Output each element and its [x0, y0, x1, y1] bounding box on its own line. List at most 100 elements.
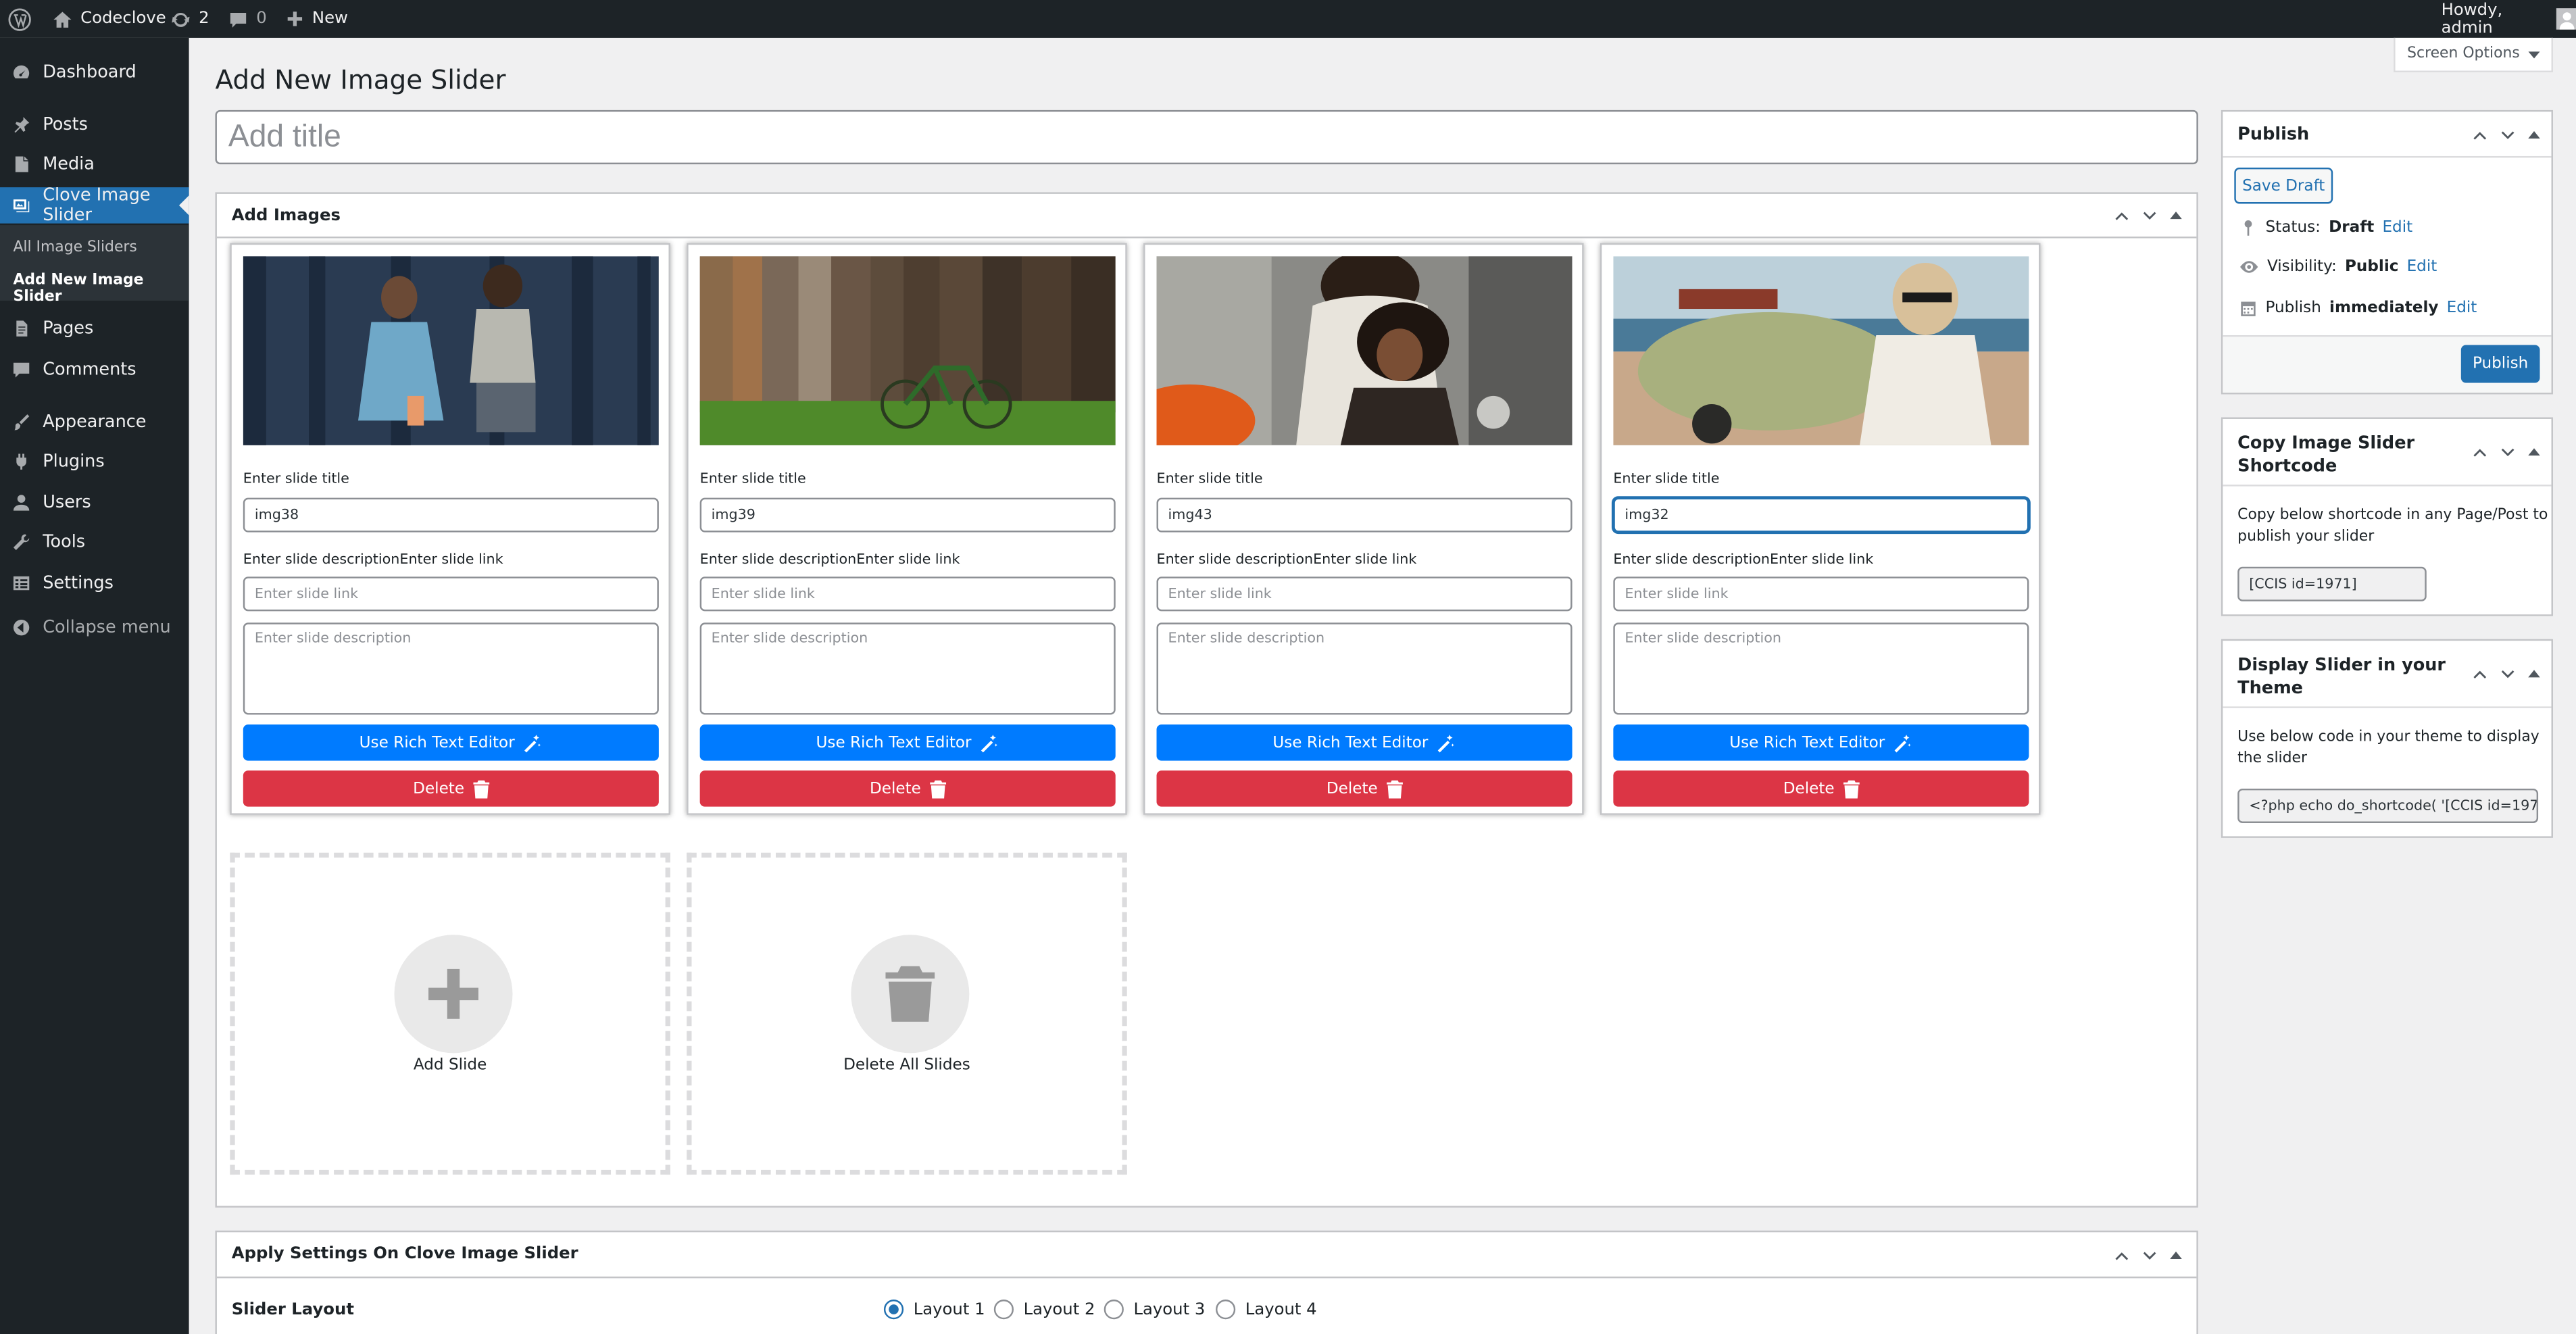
- rich-text-editor-button[interactable]: Use Rich Text Editor: [243, 724, 659, 761]
- visibility-value: Public: [2345, 257, 2399, 276]
- menu-comments[interactable]: Comments: [0, 351, 189, 387]
- move-down-icon[interactable]: [2141, 207, 2159, 225]
- move-up-icon[interactable]: [2471, 666, 2489, 684]
- slide-description-placeholder: Enter slide description: [1625, 631, 1781, 647]
- delete-slide-button[interactable]: Delete: [243, 770, 659, 807]
- move-down-icon[interactable]: [2141, 1246, 2159, 1264]
- slide-desc-link-label: Enter slide descriptionEnter slide link: [699, 551, 960, 569]
- settings-box: Apply Settings On Clove Image Slider: [215, 1230, 2198, 1334]
- rich-text-editor-button[interactable]: Use Rich Text Editor: [699, 724, 1116, 761]
- submenu-add-new-image-slider[interactable]: Add New Image Slider: [13, 273, 189, 306]
- rich-text-editor-button[interactable]: Use Rich Text Editor: [1613, 724, 2029, 761]
- dashboard-icon: [11, 62, 31, 82]
- save-draft-button[interactable]: Save Draft: [2234, 167, 2333, 204]
- comments-link[interactable]: 0: [228, 0, 267, 38]
- shortcode-input[interactable]: [CCIS id=1971]: [2237, 566, 2427, 601]
- move-down-icon[interactable]: [2499, 666, 2517, 684]
- menu-posts[interactable]: Posts: [0, 107, 189, 143]
- edit-publish-date-link[interactable]: Edit: [2447, 299, 2477, 317]
- toggle-panel-icon[interactable]: [2169, 209, 2183, 224]
- menu-settings[interactable]: Settings: [0, 565, 189, 601]
- menu-pages[interactable]: Pages: [0, 310, 189, 346]
- slide-description-textarea[interactable]: Enter slide description: [1613, 622, 2029, 715]
- move-up-icon[interactable]: [2112, 1246, 2131, 1264]
- toggle-panel-icon[interactable]: [2527, 443, 2542, 462]
- updates-link[interactable]: 2: [171, 0, 209, 38]
- caret-down-icon: [2527, 51, 2540, 58]
- screen-options-button[interactable]: Screen Options: [2394, 37, 2553, 72]
- edit-visibility-link[interactable]: Edit: [2407, 258, 2437, 276]
- updates-icon: [172, 11, 190, 26]
- avatar: [2556, 8, 2576, 30]
- theme-code-value: <?php echo do_shortcode( '[CCIS id=197: [2249, 797, 2539, 814]
- title-placeholder: Add title: [228, 119, 341, 154]
- updates-count: 2: [199, 9, 209, 28]
- slide-desc-link-label: Enter slide descriptionEnter slide link: [1613, 551, 1874, 569]
- slide-description-textarea[interactable]: Enter slide description: [1156, 622, 1572, 715]
- menu-dashboard[interactable]: Dashboard: [0, 54, 189, 90]
- menu-media[interactable]: Media: [0, 146, 189, 182]
- move-down-icon[interactable]: [2499, 443, 2517, 462]
- submenu-all-image-sliders[interactable]: All Image Sliders: [13, 240, 137, 256]
- settings-icon: [11, 573, 31, 593]
- toggle-panel-icon[interactable]: [2527, 126, 2542, 145]
- layout-2-radio[interactable]: Layout 2: [993, 1300, 1095, 1320]
- new-content-link[interactable]: New: [286, 0, 348, 38]
- layout-4-radio[interactable]: Layout 4: [1216, 1300, 1317, 1320]
- slide-title-input[interactable]: img39: [699, 497, 1116, 533]
- slide-link-input[interactable]: Enter slide link: [1156, 576, 1572, 612]
- slide-desc-link-label: Enter slide descriptionEnter slide link: [243, 551, 503, 569]
- menu-users[interactable]: Users: [0, 485, 189, 520]
- add-slide-button[interactable]: Add Slide: [230, 852, 670, 1175]
- menu-tools-label: Tools: [43, 532, 86, 552]
- move-up-icon[interactable]: [2471, 443, 2489, 462]
- publish-date-label: Publish: [2265, 299, 2321, 318]
- slide-link-input[interactable]: Enter slide link: [699, 576, 1116, 612]
- toggle-panel-icon[interactable]: [2169, 1247, 2183, 1262]
- slide-title-input[interactable]: img32: [1613, 497, 2029, 533]
- edit-status-link[interactable]: Edit: [2382, 218, 2412, 237]
- slide-description-textarea[interactable]: Enter slide description: [699, 622, 1116, 715]
- slide-link-placeholder: Enter slide link: [1168, 585, 1272, 603]
- title-input[interactable]: Add title: [215, 109, 2198, 165]
- wordpress-logo-icon[interactable]: [8, 0, 31, 38]
- slide-description-placeholder: Enter slide description: [711, 631, 868, 647]
- move-up-icon[interactable]: [2112, 207, 2131, 225]
- shortcode-description: Copy below shortcode in any Page/Post to…: [2237, 506, 2548, 549]
- menu-appearance[interactable]: Appearance: [0, 404, 189, 440]
- plus-icon: [287, 11, 303, 26]
- rich-text-editor-label: Use Rich Text Editor: [1272, 733, 1429, 752]
- slide-title-input[interactable]: img38: [243, 497, 659, 533]
- delete-slide-button[interactable]: Delete: [699, 770, 1116, 807]
- layout-3-radio[interactable]: Layout 3: [1104, 1300, 1205, 1320]
- collapse-icon: [11, 618, 31, 637]
- trash-icon: [929, 779, 946, 798]
- slide-description-textarea[interactable]: Enter slide description: [243, 622, 659, 715]
- menu-settings-label: Settings: [43, 573, 114, 593]
- menu-tools[interactable]: Tools: [0, 524, 189, 560]
- rich-text-editor-button[interactable]: Use Rich Text Editor: [1156, 724, 1572, 761]
- site-name-link[interactable]: Codeclove: [53, 0, 166, 38]
- move-up-icon[interactable]: [2471, 126, 2489, 145]
- slide-link-input[interactable]: Enter slide link: [243, 576, 659, 612]
- menu-clove-image-slider[interactable]: Clove Image Slider: [0, 186, 189, 225]
- paintbrush-icon: [11, 412, 31, 432]
- publish-button[interactable]: Publish: [2460, 345, 2540, 383]
- delete-slide-button[interactable]: Delete: [1613, 770, 2029, 807]
- collapse-menu-button[interactable]: Collapse menu: [0, 610, 189, 645]
- delete-slide-button[interactable]: Delete: [1156, 770, 1572, 807]
- slide-link-input[interactable]: Enter slide link: [1613, 576, 2029, 612]
- add-slide-label: Add Slide: [413, 1056, 487, 1074]
- slide-title-input[interactable]: img43: [1156, 497, 1572, 533]
- delete-all-slides-label: Delete All Slides: [843, 1056, 970, 1074]
- my-account-link[interactable]: Howdy, admin: [2442, 0, 2576, 38]
- delete-all-slides-button[interactable]: Delete All Slides: [687, 852, 1127, 1175]
- comments-count: 0: [256, 9, 267, 28]
- layout-2-label: Layout 2: [1023, 1300, 1095, 1318]
- shortcode-desc-line2: publish your slider: [2237, 528, 2375, 546]
- menu-plugins[interactable]: Plugins: [0, 443, 189, 479]
- layout-1-radio[interactable]: Layout 1: [883, 1300, 985, 1320]
- theme-code-input[interactable]: <?php echo do_shortcode( '[CCIS id=197: [2237, 788, 2539, 823]
- move-down-icon[interactable]: [2499, 126, 2517, 145]
- toggle-panel-icon[interactable]: [2527, 666, 2542, 684]
